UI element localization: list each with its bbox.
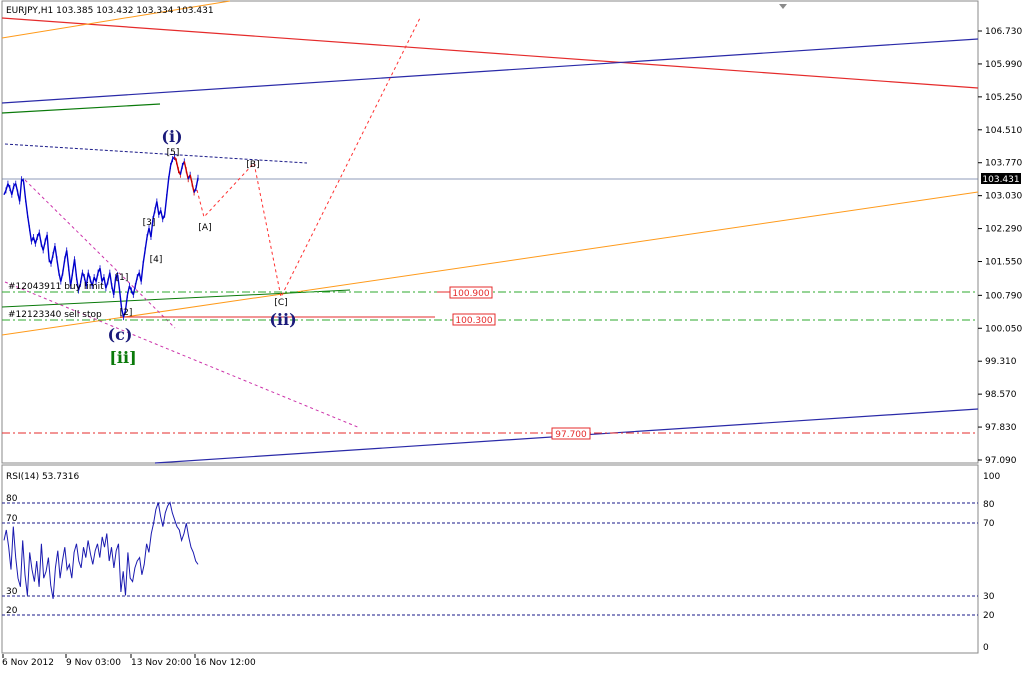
rsi-right-20: 20 bbox=[983, 611, 995, 621]
wave-label-C: [C] bbox=[274, 298, 287, 308]
wave-label-ii: (ii) bbox=[269, 310, 296, 329]
wave-label-5: [5] bbox=[167, 148, 180, 158]
price-tick-label: 105.990 bbox=[985, 60, 1022, 70]
current-price-tag: 103.431 bbox=[981, 173, 1021, 185]
price-tick-label: 101.550 bbox=[985, 258, 1022, 268]
price-chart[interactable]: 100.900 100.300 97.700 #12043911 buy lim… bbox=[0, 0, 1022, 673]
rsi-left-80: 80 bbox=[6, 494, 18, 504]
rsi-header: RSI(14) 53.7316 bbox=[6, 472, 79, 482]
rsi-pane bbox=[1, 464, 979, 654]
wave-label-B: [B] bbox=[246, 160, 259, 170]
wave-label-2: [2] bbox=[120, 308, 133, 318]
time-label-1: 6 Nov 2012 bbox=[2, 658, 54, 668]
price-tick-label: 103.770 bbox=[985, 159, 1022, 169]
price-tick-label: 105.250 bbox=[985, 93, 1022, 103]
level-tag-97700-text: 97.700 bbox=[555, 430, 587, 440]
price-tick-label: 103.030 bbox=[985, 192, 1022, 202]
wave-label-1: [1] bbox=[116, 273, 129, 283]
time-label-3: 13 Nov 20:00 bbox=[131, 658, 192, 668]
rsi-right-30: 30 bbox=[983, 592, 995, 602]
chart-window: 100.900 100.300 97.700 #12043911 buy lim… bbox=[0, 0, 1022, 673]
wave-label-3: [3] bbox=[143, 218, 156, 228]
level-tag-100300-text: 100.300 bbox=[455, 316, 492, 326]
rsi-left-70: 70 bbox=[6, 514, 18, 524]
price-tick-label: 104.510 bbox=[985, 126, 1022, 136]
wave-label-A: [A] bbox=[198, 223, 211, 233]
rsi-right-0: 0 bbox=[983, 643, 989, 653]
rsi-left-20: 20 bbox=[6, 606, 18, 616]
price-tick-label: 98.570 bbox=[985, 390, 1017, 400]
rsi-left-30: 30 bbox=[6, 587, 18, 597]
price-tick-label: 100.790 bbox=[985, 291, 1022, 301]
symbol-header: EURJPY,H1 103.385 103.432 103.334 103.43… bbox=[6, 6, 214, 16]
wave-label-ii-green: [ii] bbox=[109, 348, 136, 367]
price-tick-label: 97.830 bbox=[985, 423, 1017, 433]
wave-label-4: [4] bbox=[150, 255, 163, 265]
price-axis: 106.730 105.990 105.250 104.510 103.770 103.0… bbox=[978, 27, 1022, 466]
price-tick-label: 100.050 bbox=[985, 324, 1022, 334]
level-tag-97700[interactable]: 97.700 bbox=[551, 427, 591, 440]
wave-label-i: (i) bbox=[161, 127, 182, 146]
level-tag-100300[interactable]: 100.300 bbox=[452, 313, 496, 326]
rsi-right-100: 100 bbox=[983, 472, 1000, 482]
price-tick-label: 106.730 bbox=[985, 27, 1022, 37]
wave-label-c: (c) bbox=[108, 325, 133, 344]
price-tick-label: 102.290 bbox=[985, 225, 1022, 235]
price-tick-label: 97.090 bbox=[985, 456, 1017, 466]
level-tag-100900-text: 100.900 bbox=[452, 289, 489, 299]
rsi-right-80: 80 bbox=[983, 500, 995, 510]
order-buy-limit-label[interactable]: #12043911 buy limit bbox=[8, 282, 104, 292]
price-tick-label: 99.310 bbox=[985, 357, 1017, 367]
order-sell-stop-label[interactable]: #12123340 sell stop bbox=[8, 310, 102, 320]
time-label-4: 16 Nov 12:00 bbox=[195, 658, 256, 668]
time-label-2: 9 Nov 03:00 bbox=[66, 658, 121, 668]
current-price-text: 103.431 bbox=[982, 175, 1019, 185]
rsi-right-70: 70 bbox=[983, 519, 995, 529]
